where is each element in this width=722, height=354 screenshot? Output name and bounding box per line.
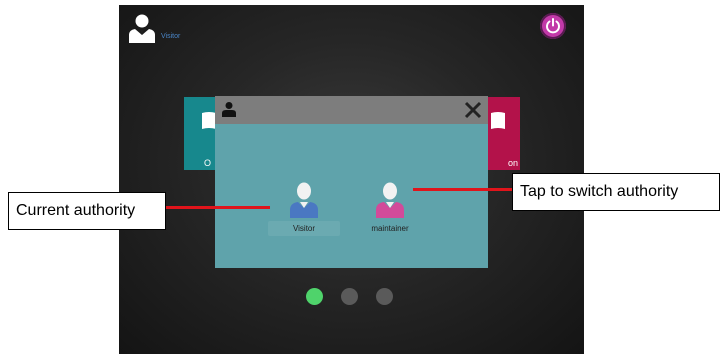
visitor-avatar-icon: [290, 182, 318, 218]
callout-line-right: [413, 188, 512, 191]
dialog-body: Visitor maintainer: [215, 124, 488, 268]
user-icon: [222, 102, 236, 117]
callout-switch-authority: Tap to switch authority: [512, 173, 720, 211]
menu-tile-left[interactable]: O: [184, 97, 218, 170]
page-dot-3[interactable]: [376, 288, 393, 305]
switch-authority-dialog: Visitor maintainer: [215, 96, 488, 268]
power-button[interactable]: [540, 13, 566, 39]
book-icon: [491, 112, 505, 129]
current-user-badge: Visitor: [127, 13, 180, 43]
dialog-header: [215, 96, 488, 124]
close-icon[interactable]: [462, 99, 484, 121]
power-icon: [546, 18, 560, 34]
role-visitor[interactable]: Visitor: [268, 182, 340, 236]
callout-current-authority: Current authority: [8, 192, 166, 230]
menu-tile-right[interactable]: on: [486, 97, 520, 170]
role-label-maintainer: maintainer: [371, 224, 409, 233]
maintainer-avatar-icon: [376, 182, 404, 218]
role-label-visitor: Visitor: [268, 221, 340, 236]
page-dot-2[interactable]: [341, 288, 358, 305]
tile-label: on: [507, 158, 518, 168]
tile-label: O: [204, 158, 212, 168]
callout-line-left: [166, 206, 270, 209]
user-icon: [129, 14, 155, 43]
current-user-name: Visitor: [161, 33, 181, 40]
page-dot-1[interactable]: [306, 288, 323, 305]
page-indicator: [306, 288, 393, 305]
